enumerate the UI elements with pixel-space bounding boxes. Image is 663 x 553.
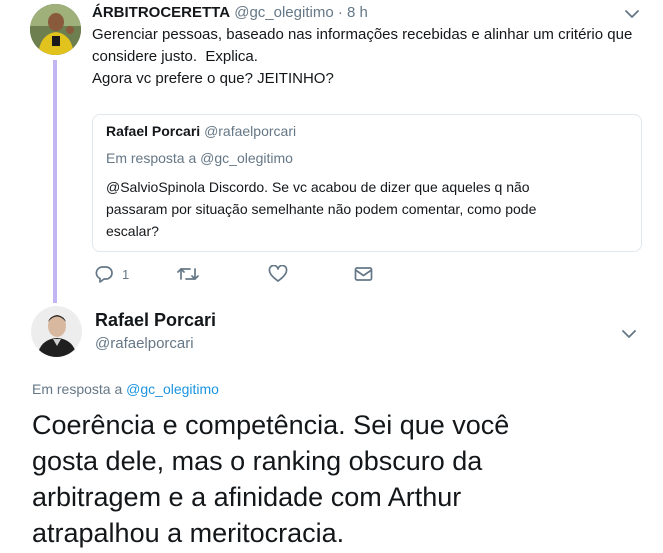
quoted-display-name: Rafael Porcari [106,123,201,139]
parent-text-line: considere justo. Explica. [92,48,258,65]
parent-display-name[interactable]: ÁRBITROCERETTA [92,4,230,21]
quoted-text-line: escalar? [106,223,159,239]
envelope-icon [354,267,373,281]
main-display-name[interactable]: Rafael Porcari [95,310,216,331]
parent-time[interactable]: 8 h [347,4,368,21]
parent-text-line: Agora vc prefere o que? JEITINHO? [92,70,334,87]
main-handle[interactable]: @rafaelporcari [95,335,194,352]
reply-icon [95,266,113,283]
main-avatar[interactable] [31,306,82,357]
parent-separator: · [337,4,343,21]
main-text-line: arbitragem e a afinidade com Arthur [32,482,462,512]
thread-line [53,60,57,303]
parent-header: ÁRBITROCERETTA @gc_olegitimo · 8 h [92,3,368,23]
like-button[interactable] [268,265,288,283]
quoted-handle: @rafaelporcari [204,123,297,139]
parent-text-line: Gerenciar pessoas, baseado nas informaçõ… [92,26,633,43]
main-text-line: Coerência e competência. Sei que você [32,410,510,440]
main-chevron-down-icon[interactable] [621,326,637,342]
parent-handle[interactable]: @gc_olegitimo [234,4,333,21]
quoted-reply-context: Em resposta a @gc_olegitimo [106,150,293,166]
quoted-text-line: @SalvioSpinola Discordo. Se vc acabou de… [106,179,530,195]
retweet-button[interactable] [177,265,199,283]
parent-tweet-text: Gerenciar pessoas, baseado nas informaçõ… [92,24,652,90]
quoted-header: Rafael Porcari @rafaelporcari [106,123,296,139]
main-reply-to-link[interactable]: @gc_olegitimo [126,381,219,397]
quoted-reply-to: @gc_olegitimo [200,150,293,166]
quoted-text: @SalvioSpinola Discordo. Se vc acabou de… [106,176,536,242]
retweet-icon [177,268,199,280]
main-text-line: gosta dele, mas o ranking obscuro da [32,446,483,476]
main-tweet-text: Coerência e competência. Sei que você go… [32,407,509,551]
main-reply-prefix: Em resposta a [32,381,123,397]
quoted-tweet-card[interactable]: Rafael Porcari @rafaelporcari Em respost… [92,114,642,252]
quoted-text-line: passaram por situação semelhante não pod… [106,201,537,217]
heart-icon [268,265,288,282]
reply-count: 1 [122,266,130,282]
main-text-line: atrapalhou a meritocracia. [32,518,345,548]
parent-chevron-down-icon[interactable] [624,6,640,22]
reply-button[interactable]: 1 [94,265,129,283]
main-reply-context: Em resposta a @gc_olegitimo [32,381,219,397]
parent-avatar[interactable] [30,4,81,55]
quoted-reply-prefix: Em resposta a [106,150,197,166]
direct-message-button[interactable] [354,266,373,282]
